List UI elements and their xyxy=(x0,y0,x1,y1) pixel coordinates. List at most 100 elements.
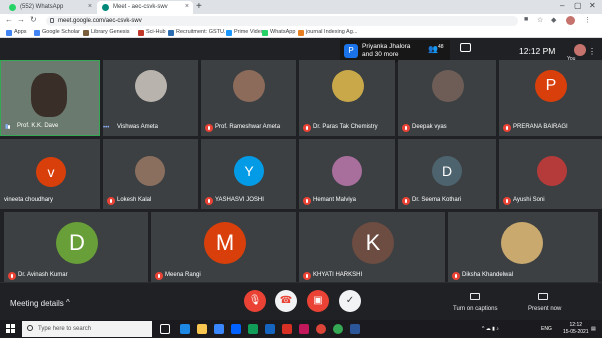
tab-meet[interactable]: Meet - aec-csvk-swv × xyxy=(97,1,193,14)
extensions-icon[interactable]: ◆ xyxy=(551,16,556,24)
mic-off-icon xyxy=(303,272,311,280)
store-icon[interactable] xyxy=(214,324,224,334)
participant-tile[interactable]: Deepak vyas xyxy=(398,60,496,136)
mic-off-icon: 🎙 xyxy=(248,295,262,306)
close-tab-icon[interactable]: × xyxy=(185,3,189,10)
mic-off-icon xyxy=(452,272,460,280)
minimize-icon[interactable]: – xyxy=(560,1,564,10)
bookmarks-bar: Apps Google Scholar Library Genesis Sci-… xyxy=(0,28,602,38)
present-icon[interactable] xyxy=(538,293,548,300)
bookmark-google-scholar[interactable]: Google Scholar xyxy=(34,29,80,36)
participant-tile[interactable]: Hemant Malviya xyxy=(299,139,395,209)
notifications-icon[interactable]: ▤ xyxy=(591,326,596,332)
people-button[interactable]: 👥48 xyxy=(428,44,444,54)
participant-avatar: D xyxy=(56,222,98,264)
bookmark-prime-video[interactable]: Prime Video xyxy=(226,29,264,36)
camera-toggle-button[interactable]: ▣ xyxy=(307,290,329,312)
participant-tile[interactable]: P PRERANA BAIRAGI xyxy=(499,60,602,136)
address-bar: ← → ↻ meet.google.com/aec-csvk-swv ■ ☆ ◆… xyxy=(0,14,602,28)
participant-tile[interactable]: D Dr. Avinash Kumar xyxy=(4,212,148,284)
edge-icon[interactable] xyxy=(180,324,190,334)
windows-start-icon[interactable] xyxy=(6,324,15,333)
participant-tile[interactable]: K KHYATI HARKSHI xyxy=(299,212,445,284)
new-tab-button[interactable]: + xyxy=(196,1,202,12)
participant-name: Dr. Avinash Kumar xyxy=(8,272,68,280)
participant-name: Ayushi Soni xyxy=(503,197,545,205)
windows-taskbar: Type here to search ^ ☁ ▮ ♪ ENG 12:12 15… xyxy=(0,320,602,338)
close-window-icon[interactable]: ✕ xyxy=(589,1,596,10)
taskbar-search-input[interactable]: Type here to search xyxy=(22,321,152,337)
photos-icon[interactable] xyxy=(299,324,309,334)
participant-tile[interactable]: Dr. Paras Tak Chemistry xyxy=(299,60,395,136)
close-tab-icon[interactable]: × xyxy=(88,3,92,10)
tab-whatsapp[interactable]: (552) WhatsApp × xyxy=(4,1,96,14)
more-options-icon[interactable]: ⋮ xyxy=(588,47,596,56)
clock-time: 12:12 xyxy=(569,322,583,328)
menu-icon[interactable]: ⋮ xyxy=(584,16,591,24)
bookmark-sci-hub[interactable]: Sci-Hub xyxy=(138,29,166,36)
check-icon: ✓ xyxy=(345,295,355,306)
excel-icon[interactable] xyxy=(248,324,258,334)
reload-icon[interactable]: ↻ xyxy=(30,15,37,24)
bookmark-recruitment[interactable]: Recruitment: GSTU... xyxy=(168,29,229,36)
bookmark-library-genesis[interactable]: Library Genesis xyxy=(83,29,130,36)
participant-tile[interactable]: ▮ Prof. K.K. Dave xyxy=(0,60,100,136)
bookmark-journal-indexing[interactable]: journal Indexing Ag... xyxy=(298,29,357,36)
captions-button[interactable]: Turn on captions xyxy=(453,306,497,312)
participant-photo xyxy=(537,156,567,186)
self-avatar[interactable] xyxy=(574,44,586,56)
journal-icon xyxy=(298,30,304,36)
maximize-icon[interactable]: ▢ xyxy=(574,1,582,10)
participant-tile[interactable]: M Meena Rangi xyxy=(151,212,296,284)
file-explorer-icon[interactable] xyxy=(197,324,207,334)
bookmark-apps[interactable]: Apps xyxy=(6,29,27,36)
camera-icon[interactable]: ■ xyxy=(524,16,528,23)
mic-off-icon xyxy=(107,197,115,205)
participant-tile[interactable]: Prof. Rameshwar Ameta xyxy=(201,60,296,136)
participant-tile[interactable]: Y YASHASVI JOSHI xyxy=(201,139,296,209)
task-view-icon[interactable] xyxy=(160,324,170,334)
participant-tile[interactable]: Lokesh Kalal xyxy=(103,139,198,209)
participant-tile[interactable]: D Dr. Seema Kothari xyxy=(398,139,496,209)
mic-toggle-button[interactable]: 🎙 xyxy=(244,290,266,312)
captions-icon[interactable] xyxy=(470,293,480,300)
mic-off-icon xyxy=(205,124,213,132)
language-indicator[interactable]: ENG xyxy=(541,326,552,332)
dropbox-icon[interactable] xyxy=(231,324,241,334)
star-icon[interactable]: ☆ xyxy=(537,16,543,24)
taskbar-clock[interactable]: 12:12 15-05-2021 xyxy=(563,322,589,336)
meeting-details-button[interactable]: Meeting details xyxy=(10,299,64,308)
speaking-icon: ••• xyxy=(103,125,110,131)
word-doc-icon[interactable] xyxy=(350,324,360,334)
chrome-active-icon[interactable] xyxy=(333,324,343,334)
participant-photo xyxy=(332,70,364,102)
participant-tile[interactable]: Ayushi Soni xyxy=(499,139,602,209)
bookmark-whatsapp[interactable]: WhatsApp xyxy=(262,29,295,36)
participant-name: Deepak vyas xyxy=(402,124,447,132)
whatsapp-icon xyxy=(9,4,16,11)
participant-photo xyxy=(135,156,165,186)
chat-icon[interactable] xyxy=(460,43,471,52)
url-input[interactable]: meet.google.com/aec-csvk-swv xyxy=(46,16,518,26)
present-button[interactable]: Present now xyxy=(528,306,561,312)
participant-avatar: D xyxy=(432,156,462,186)
forward-icon[interactable]: → xyxy=(17,15,25,24)
mic-on-icon: ▮ xyxy=(5,123,13,131)
chevron-up-icon[interactable]: ^ xyxy=(66,298,70,307)
word-icon[interactable] xyxy=(265,324,275,334)
back-icon[interactable]: ← xyxy=(5,15,13,24)
phone-hangup-icon: ☎ xyxy=(279,295,293,306)
profile-avatar[interactable] xyxy=(566,16,575,25)
participant-photo xyxy=(501,222,543,264)
adobe-icon[interactable] xyxy=(282,324,292,334)
participant-tile[interactable]: v vineeta choudhary xyxy=(0,139,100,209)
participant-tile[interactable]: Diksha Khandelwal xyxy=(448,212,598,284)
check-button[interactable]: ✓ xyxy=(339,290,361,312)
participant-tile[interactable]: ••• Vishwas Ameta xyxy=(103,60,198,136)
prime-video-icon xyxy=(226,30,232,36)
end-call-button[interactable]: ☎ xyxy=(275,290,297,312)
tray-icons[interactable]: ^ ☁ ▮ ♪ xyxy=(482,326,499,332)
chrome-icon[interactable] xyxy=(316,324,326,334)
meeting-time: 12:12 PM xyxy=(519,46,556,56)
mic-off-icon xyxy=(402,124,410,132)
